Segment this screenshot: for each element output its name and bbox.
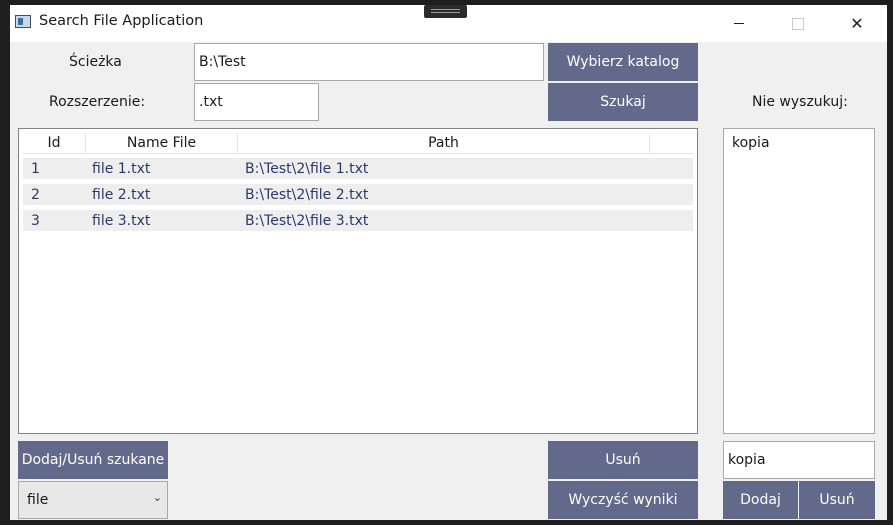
column-header-path[interactable]: Path: [238, 133, 650, 153]
exclude-label: Nie wyszukuj:: [752, 94, 848, 110]
choose-directory-button[interactable]: Wybierz katalog: [548, 43, 698, 81]
window-title: Search File Application: [39, 13, 204, 29]
remove-exclude-button[interactable]: Usuń: [799, 481, 875, 519]
column-header-id[interactable]: Id: [23, 133, 86, 153]
add-exclude-button[interactable]: Dodaj: [723, 481, 798, 519]
cell-path: B:\Test\2\file 3.txt: [245, 212, 369, 229]
grid-header: Id Name File Path: [23, 133, 693, 154]
title-bar[interactable]: Search File Application ✕: [10, 5, 887, 42]
column-header-name[interactable]: Name File: [86, 133, 238, 153]
path-input[interactable]: B:\Test: [194, 43, 544, 81]
cell-id: 3: [31, 212, 40, 229]
mode-select[interactable]: file ⌄: [18, 481, 168, 519]
minimize-icon: [734, 23, 744, 24]
close-button[interactable]: ✕: [834, 5, 880, 42]
close-icon: ✕: [850, 14, 864, 33]
mode-select-value: file: [27, 492, 49, 508]
exclude-list[interactable]: kopia: [723, 128, 875, 434]
cell-name: file 1.txt: [92, 160, 151, 177]
list-item[interactable]: kopia: [732, 135, 770, 151]
exclude-input[interactable]: kopia: [723, 441, 875, 479]
search-button[interactable]: Szukaj: [548, 83, 698, 121]
path-label: Ścieżka: [69, 54, 122, 70]
extension-label: Rozszerzenie:: [49, 94, 146, 110]
cell-name: file 3.txt: [92, 212, 151, 229]
cell-id: 2: [31, 186, 40, 203]
app-icon: [15, 15, 31, 28]
cell-path: B:\Test\2\file 2.txt: [245, 186, 369, 203]
cell-id: 1: [31, 160, 40, 177]
clear-results-button[interactable]: Wyczyść wyniki: [548, 481, 698, 519]
results-grid[interactable]: Id Name File Path 1 file 1.txt B:\Test\2…: [18, 128, 698, 434]
remove-button[interactable]: Usuń: [548, 441, 698, 479]
minimize-button[interactable]: [716, 5, 762, 42]
cell-name: file 2.txt: [92, 186, 151, 203]
table-row[interactable]: 1 file 1.txt B:\Test\2\file 1.txt: [23, 158, 693, 179]
maximize-icon: [792, 17, 804, 30]
table-row[interactable]: 3 file 3.txt B:\Test\2\file 3.txt: [23, 210, 693, 231]
extension-input[interactable]: .txt: [194, 83, 319, 121]
chevron-down-icon: ⌄: [152, 491, 162, 504]
maximize-button[interactable]: [775, 5, 821, 42]
table-row[interactable]: 2 file 2.txt B:\Test\2\file 2.txt: [23, 184, 693, 205]
add-remove-searched-button[interactable]: Dodaj/Usuń szukane: [18, 441, 168, 479]
cell-path: B:\Test\2\file 1.txt: [245, 160, 369, 177]
app-window: Search File Application ✕ Ścieżka B:\Tes…: [10, 5, 887, 520]
drag-handle-icon[interactable]: [424, 5, 467, 18]
